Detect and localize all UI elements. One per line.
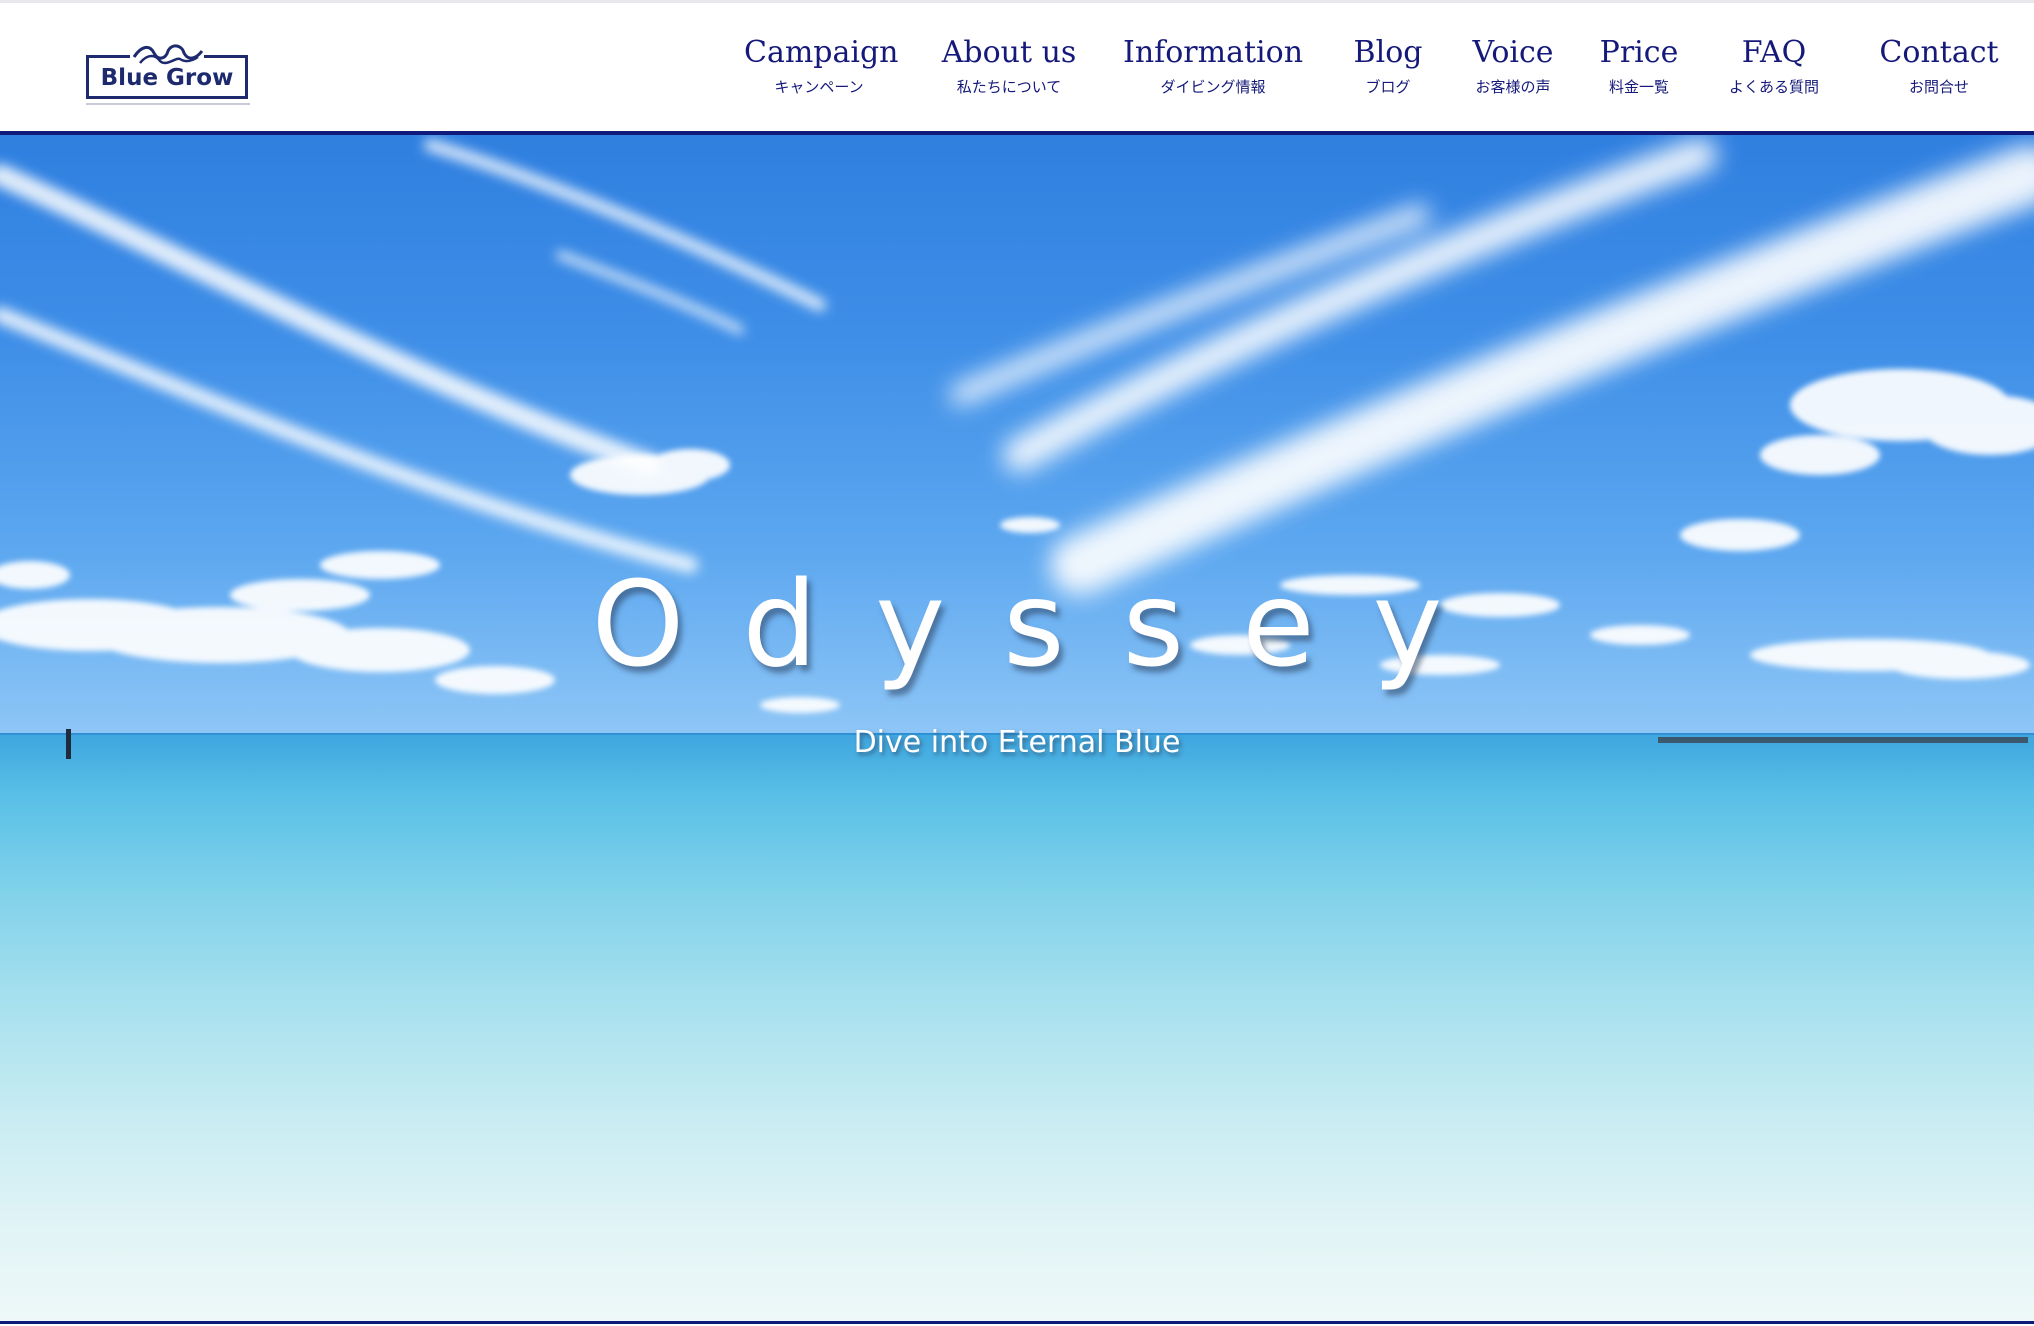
nav-label: About us (941, 35, 1077, 70)
logo-text: Blue Grow (100, 65, 234, 91)
nav-item-contact[interactable]: Contact お問合せ (1874, 33, 2004, 97)
page: Blue Grow Campaign キャンペーン About us 私たちにつ… (0, 0, 2034, 1326)
nav-item-about-us[interactable]: About us 私たちについて (934, 33, 1084, 97)
nav-item-information[interactable]: Information ダイビング情報 (1118, 33, 1308, 97)
nav-item-campaign[interactable]: Campaign キャンペーン (744, 33, 899, 97)
nav-sublabel: ダイビング情報 (1160, 78, 1266, 96)
nav-item-faq[interactable]: FAQ よくある質問 (1724, 33, 1824, 97)
nav-sublabel: ブログ (1365, 78, 1411, 96)
nav-item-voice[interactable]: Voice お客様の声 (1468, 33, 1558, 97)
logo-underline (86, 103, 250, 105)
site-logo[interactable]: Blue Grow (86, 43, 250, 105)
footer-divider (0, 1321, 2034, 1324)
nav-item-blog[interactable]: Blog ブログ (1348, 33, 1428, 97)
nav-label: FAQ (1741, 35, 1807, 70)
nav-label: Campaign (744, 35, 899, 70)
site-header: Blue Grow Campaign キャンペーン About us 私たちにつ… (0, 0, 2034, 132)
nav-sublabel: 私たちについて (956, 78, 1062, 96)
nav-sublabel: 料金一覧 (1608, 78, 1669, 96)
nav-label: Voice (1472, 35, 1554, 70)
nav-sublabel: よくある質問 (1728, 78, 1819, 96)
hero-subtitle: Dive into Eternal Blue (853, 725, 1181, 760)
nav-item-price[interactable]: Price 料金一覧 (1594, 33, 1684, 97)
nav-label: Blog (1353, 35, 1423, 70)
hero-section: Odyssey Dive into Eternal Blue (0, 135, 2034, 1321)
hero-sea (0, 735, 2034, 1321)
nav-label: Price (1599, 35, 1679, 70)
hero-title: Odyssey (591, 555, 1501, 693)
nav-sublabel: お問合せ (1908, 78, 1969, 96)
nav-label: Contact (1879, 35, 1999, 70)
nav-label: Information (1122, 35, 1304, 70)
nav-sublabel: お客様の声 (1475, 78, 1551, 96)
nav-sublabel: キャンペーン (774, 78, 864, 96)
